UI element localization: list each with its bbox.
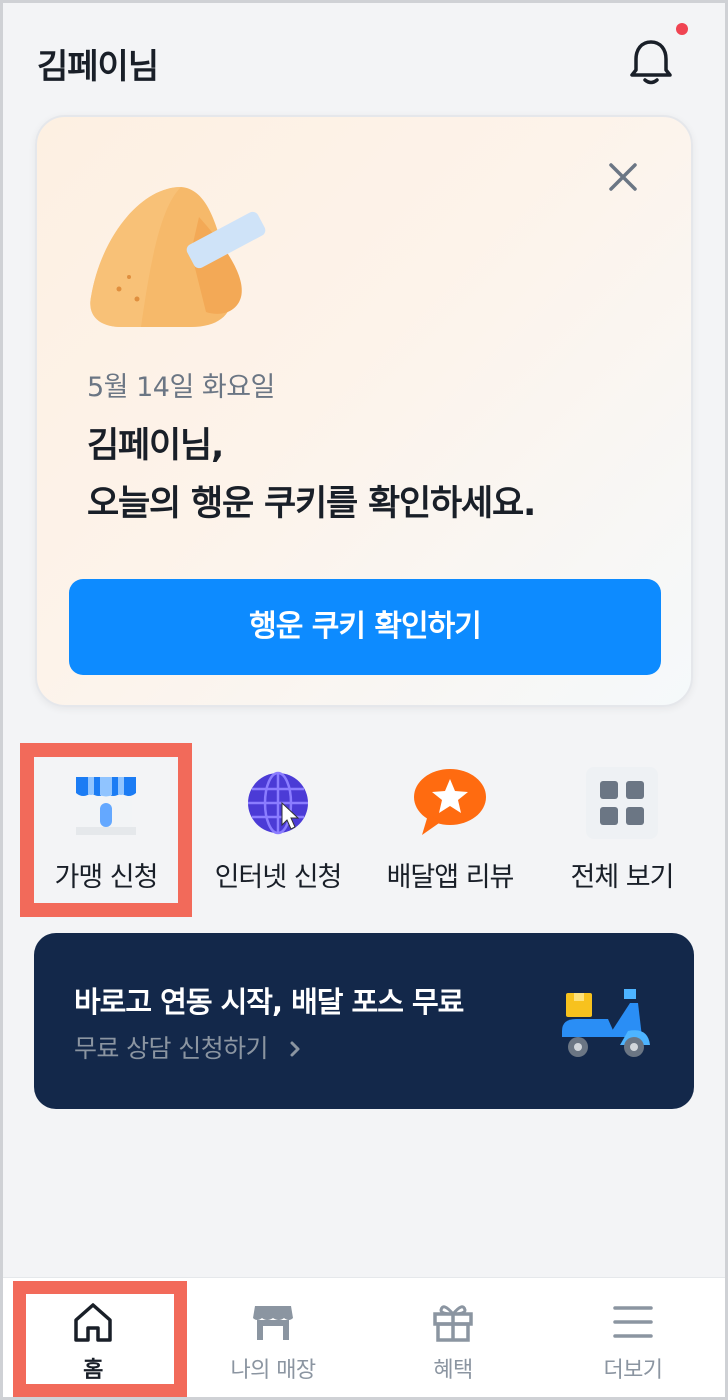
bell-icon	[630, 40, 672, 85]
nav-label: 더보기	[603, 1358, 664, 1383]
card-title-line1: 김페이님,	[87, 426, 224, 466]
review-star-icon	[414, 769, 486, 835]
nav-my-store[interactable]: 나의 매장	[183, 1278, 363, 1397]
quick-menu-label: 전체 보기	[570, 862, 675, 893]
notification-button[interactable]	[629, 37, 673, 87]
banner-title: 바로고 연동 시작, 배달 포스 무료	[74, 985, 464, 1019]
store-icon	[253, 1306, 293, 1340]
card-title: 김페이님, 오늘의 행운 쿠키를 확인하세요.	[87, 417, 536, 533]
check-fortune-button[interactable]: 행운 쿠키 확인하기	[69, 579, 661, 675]
user-greeting: 김페이님	[37, 47, 159, 87]
app-screen: 김페이님 5월 14일 화요일 김페이님, 오늘의 행운 쿠키를 확인하세요. …	[3, 3, 725, 1397]
card-title-line2: 오늘의 행운 쿠키를 확인하세요.	[87, 484, 536, 524]
menu-icon	[613, 1306, 653, 1338]
globe-icon	[248, 771, 308, 835]
close-icon	[609, 163, 637, 191]
top-header: 김페이님	[3, 3, 725, 117]
unread-badge	[676, 23, 688, 35]
nav-more[interactable]: 더보기	[543, 1278, 723, 1397]
scooter-icon	[562, 989, 650, 1057]
fortune-cookie-illustration	[90, 187, 266, 327]
fortune-cookie-card: 5월 14일 화요일 김페이님, 오늘의 행운 쿠키를 확인하세요. 행운 쿠키…	[35, 115, 693, 707]
nav-label: 혜택	[433, 1358, 473, 1383]
nav-benefits[interactable]: 혜택	[363, 1278, 543, 1397]
banner-subtitle-link[interactable]: 무료 상담 신청하기	[74, 1029, 305, 1065]
quick-menu-label: 인터넷 신청	[214, 862, 343, 893]
quick-menu-view-all[interactable]: 전체 보기	[537, 755, 707, 905]
grid-icon	[586, 767, 658, 839]
card-date: 5월 14일 화요일	[87, 372, 275, 403]
banner-subtitle: 무료 상담 신청하기	[74, 1034, 269, 1063]
quick-menu-internet[interactable]: 인터넷 신청	[193, 755, 363, 905]
gift-icon	[433, 1305, 473, 1342]
quick-menu-delivery-review[interactable]: 배달앱 리뷰	[365, 755, 535, 905]
promo-banner[interactable]: 바로고 연동 시작, 배달 포스 무료 무료 상담 신청하기	[34, 933, 694, 1109]
quick-menu-label: 배달앱 리뷰	[386, 862, 515, 893]
close-card-button[interactable]	[603, 157, 643, 197]
highlight-box-home	[13, 1281, 187, 1397]
nav-label: 나의 매장	[230, 1358, 317, 1383]
chevron-right-icon	[290, 1041, 300, 1057]
highlight-box-franchise	[20, 743, 192, 917]
